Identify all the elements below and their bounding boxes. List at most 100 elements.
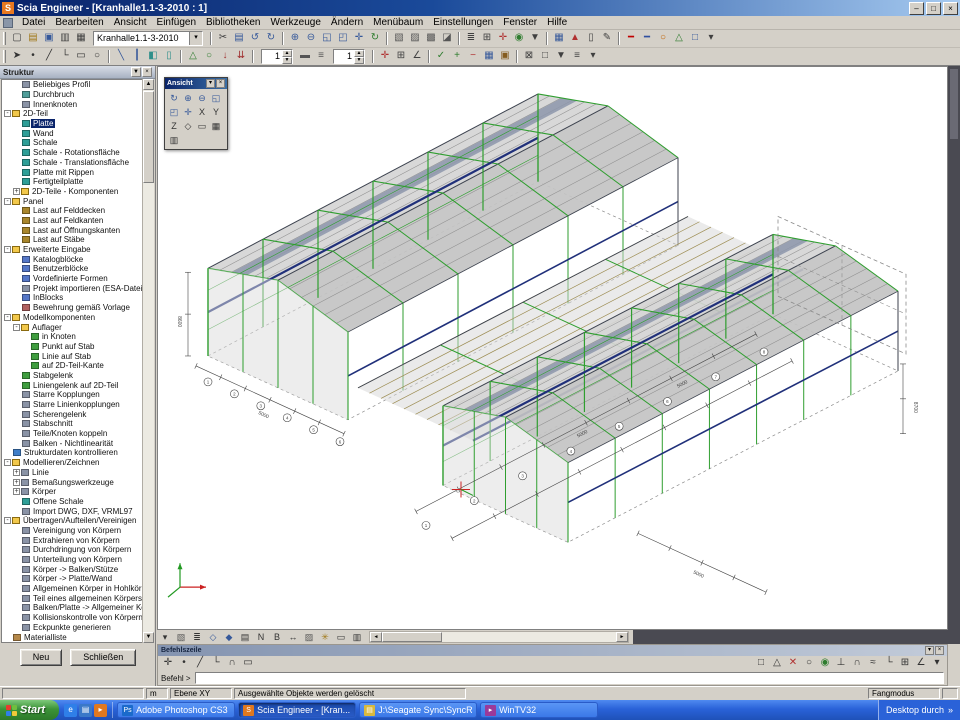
spinner-up-icon[interactable]: ▲ [354,50,364,57]
tree-item[interactable]: Vordefinierte Formen [2,274,142,284]
menu-bibliotheken[interactable]: Bibliotheken [201,16,265,29]
hscroll-thumb[interactable] [382,632,442,642]
status-snap-mode[interactable]: Fangmodus [868,688,940,699]
pan-icon[interactable]: ✛ [181,105,195,119]
close-icon[interactable]: × [216,79,225,88]
wireframe-icon[interactable]: ▧ [391,31,407,46]
tree-item[interactable]: Scherengelenk [2,409,142,419]
unselect-icon[interactable]: □ [537,49,553,64]
tree-item[interactable]: Last auf Öffnungskanten [2,225,142,235]
schliessen-button[interactable]: Schließen [70,649,136,666]
tree-item[interactable]: Strukturdaten kontrollieren [2,448,142,458]
close-button[interactable]: × [943,2,958,15]
tree-item[interactable]: Last auf Feldkanten [2,216,142,226]
snap-tangent-icon[interactable]: ∩ [849,656,865,671]
tree-item[interactable]: Körper -> Platte/Wand [2,574,142,584]
tray-more-icon[interactable]: » [948,705,953,715]
tree-item[interactable]: Balken - Nichtlinearität [2,438,142,448]
tree-item[interactable]: Extrahieren von Körpern [2,535,142,545]
clip-icon[interactable]: ▭ [333,631,349,644]
taskbar-task[interactable]: SScia Engineer - [Kran... [238,702,356,718]
blue-square-icon[interactable]: □ [687,31,703,46]
model-canvas[interactable]: 12345612345678500050005000870050008600 A… [157,66,948,630]
tree-item[interactable]: Schale - Translationsfläche [2,158,142,168]
results-icon[interactable]: ▲ [567,31,583,46]
tree-item[interactable]: -Auflager [2,322,142,332]
menu-menübaum[interactable]: Menübaum [368,16,428,29]
layers-icon[interactable]: ≣ [463,31,479,46]
tree-item[interactable]: Schale [2,138,142,148]
tree-item[interactable]: -Erweiterte Eingabe [2,245,142,255]
close-panel-icon[interactable]: × [142,67,152,77]
axo-view-icon[interactable]: ◇ [181,119,195,133]
hinge-icon[interactable]: ○ [201,49,217,64]
tree-item[interactable]: Stabschnitt [2,419,142,429]
toolbar-grip-2[interactable] [3,50,6,63]
expand-icon[interactable]: + [13,488,20,495]
zoom-all-icon[interactable]: ◰ [335,31,351,46]
minimize-button[interactable]: – [909,2,924,15]
scroll-left-icon[interactable]: ◄ [370,632,382,642]
status-plane[interactable]: Ebene XY [170,688,232,699]
expand-icon[interactable]: + [13,188,20,195]
snap-grid-icon[interactable]: ⊞ [897,656,913,671]
befehlszeile-caption[interactable]: Befehlszeile ▾ × [158,645,947,656]
snap-grid-icon[interactable]: ⊞ [393,49,409,64]
surface-icon[interactable]: ▨ [301,631,317,644]
scroll-down-icon[interactable]: ▼ [143,632,154,643]
status-unit[interactable]: m [146,688,168,699]
document-icon[interactable]: ▯ [583,31,599,46]
media-player-icon[interactable]: ▸ [94,704,107,717]
print-view-icon[interactable]: ▥ [167,133,181,147]
cut-icon[interactable]: ✂ [215,31,231,46]
struktur-tree[interactable]: Beliebiges ProfilDurchbruchInnenknoten-2… [1,79,143,643]
activity-icon[interactable]: ◉ [511,31,527,46]
zoom-window-icon[interactable]: ◱ [319,31,335,46]
collapse-icon[interactable]: - [4,246,11,253]
spinner-up-icon[interactable]: ▲ [282,50,292,57]
vscroll-thumb[interactable] [950,69,958,139]
menu-hilfe[interactable]: Hilfe [542,16,572,29]
command-input[interactable] [195,672,944,684]
tree-item[interactable]: auf 2D-Teil-Kante [2,361,142,371]
tree-item[interactable]: in Knoten [2,332,142,342]
taskbar-task[interactable]: ▸WinTV32 [480,702,598,718]
plate-icon[interactable]: ◧ [145,49,161,64]
column-icon[interactable]: ┃ [129,49,145,64]
struktur-caption[interactable]: Struktur ▼ × [0,66,155,79]
tree-item[interactable]: Benutzerblöcke [2,264,142,274]
tree-item[interactable]: -Übertragen/Aufteilen/Vereinigen [2,516,142,526]
more-tools-icon[interactable]: ▾ [703,31,719,46]
tree-item[interactable]: -Panel [2,196,142,206]
hidden-lines-icon[interactable]: ▩ [423,31,439,46]
save-icon[interactable]: ▣ [41,31,57,46]
node-tool-icon[interactable]: • [25,49,41,64]
tree-item[interactable]: Körper -> Balken/Stütze [2,564,142,574]
snap-endpoint-icon[interactable]: □ [753,656,769,671]
tree-item[interactable]: Last auf Stäbe [2,235,142,245]
dark-scroll-strip[interactable] [633,630,948,644]
collapse-icon[interactable]: - [4,459,11,466]
copy-icon[interactable]: ▤ [231,31,247,46]
tree-item[interactable]: Durchbruch [2,90,142,100]
tree-item[interactable]: +Bemaßungswerkzeuge [2,477,142,487]
accept-icon[interactable]: ✓ [433,49,449,64]
level-icon[interactable]: ≡ [313,49,329,64]
orange-circle-icon[interactable]: ○ [655,31,671,46]
rotate-view-icon[interactable]: ↻ [367,31,383,46]
tree-item[interactable]: Allgemeinen Körper in Hohlkörper [2,584,142,594]
calculation-icon[interactable]: ▦ [551,31,567,46]
zoom-window-icon[interactable]: ◱ [209,91,223,105]
tree-item[interactable]: Vereinigung von Körpern [2,526,142,536]
beam-icon[interactable]: ╲ [113,49,129,64]
tree-item[interactable]: InBlocks [2,293,142,303]
render-wire-icon[interactable]: ▧ [173,631,189,644]
wall-icon[interactable]: ▯ [161,49,177,64]
select-mode-icon[interactable]: ▾ [157,631,173,644]
line-tool-icon[interactable]: ╱ [41,49,57,64]
ansicht-palette[interactable]: Ansicht ▾ × ↻⊕⊖◱◰✛XYZ◇▭▦▥ [164,77,228,150]
expand-icon[interactable]: + [13,479,20,486]
print-preview-icon[interactable]: ▦ [73,31,89,46]
tree-item[interactable]: Kollisionskontrolle von Körpern [2,613,142,623]
new-icon[interactable]: ▢ [9,31,25,46]
